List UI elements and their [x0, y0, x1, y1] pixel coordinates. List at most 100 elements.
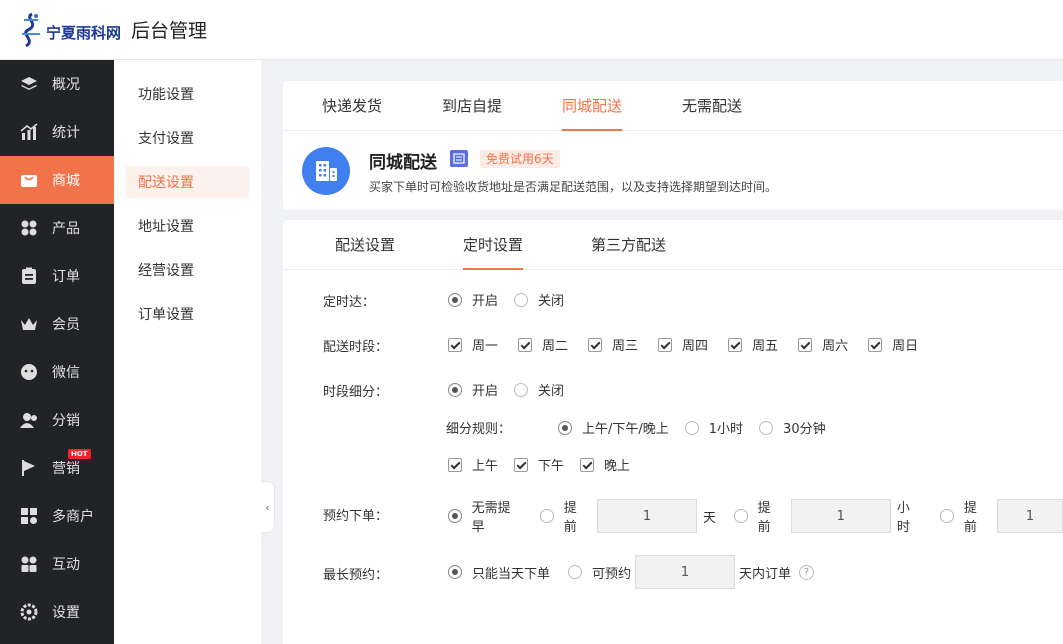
info-title: 同城配送	[369, 153, 437, 173]
longest-days-input[interactable]	[635, 555, 736, 589]
chart-icon	[20, 123, 38, 141]
rule-radio-ampm[interactable]: 上午/下午/晚上	[558, 418, 669, 437]
sidebar-item-interact[interactable]: 互动	[0, 540, 114, 588]
rule-radio-hour[interactable]: 1小时	[684, 418, 743, 437]
radio-indicator	[558, 420, 572, 435]
sidebar-item-label: 会员	[52, 317, 80, 333]
timed-label: 定时达：	[323, 295, 376, 310]
checkbox-label: 周二	[542, 339, 569, 354]
trial-badge: 免费试用6天	[480, 150, 560, 168]
slot-checkboxes: 上午 下午 晚上	[448, 455, 630, 474]
checkbox-indicator	[728, 337, 743, 352]
radio-indicator	[448, 292, 462, 307]
collapse-button[interactable]: ‹	[261, 481, 275, 533]
day-checkbox-thu[interactable]: 周四	[658, 335, 708, 354]
subnav-item-delivery[interactable]: 配送设置	[126, 166, 249, 198]
radio-label: 开启	[472, 384, 499, 399]
timed-off-radio[interactable]: 关闭	[514, 290, 564, 309]
clipboard-icon	[20, 267, 38, 285]
advance-none-radio[interactable]: 无需提早	[448, 497, 522, 535]
checkbox-indicator	[518, 337, 533, 352]
checkbox-label: 周三	[612, 339, 639, 354]
radio-label: 上午/下午/晚上	[582, 422, 669, 437]
logo-icon	[18, 12, 44, 48]
radio-label: 无需提早	[471, 501, 511, 535]
rule-label-text: 细分规则：	[446, 422, 512, 437]
subdivide-label: 时段细分：	[323, 385, 389, 400]
sidebar-item-wechat[interactable]: 微信	[0, 348, 114, 396]
sidebar-item-merchants[interactable]: 多商户	[0, 492, 114, 540]
store-icon	[20, 507, 38, 525]
radio-indicator	[448, 509, 462, 523]
sidebar-item-label: 概况	[52, 77, 80, 93]
radio-indicator	[514, 292, 529, 307]
slot-checkbox-evening[interactable]: 晚上	[580, 455, 630, 474]
settings-tabs: 配送设置 定时设置 第三方配送	[283, 220, 1063, 270]
sidebar-item-label: 产品	[52, 221, 80, 237]
sidebar-item-label: 多商户	[52, 509, 94, 525]
help-icon[interactable]: ?	[799, 564, 815, 580]
rule-options: 上午/下午/晚上 1小时 30分钟	[558, 418, 826, 437]
sidebar-item-label: 微信	[52, 365, 80, 381]
wechat-icon	[20, 363, 38, 381]
delivery-info: 同城配送 免费试用6天 买家下单时可检验收货地址是否满足配送范围，以及支持选择期…	[283, 131, 1063, 209]
sidebar-item-members[interactable]: 会员	[0, 300, 114, 348]
advance-hour-radio[interactable]: 提前	[734, 497, 783, 535]
advance-minute-input[interactable]	[997, 499, 1063, 533]
rule-radio-30min[interactable]: 30分钟	[759, 418, 826, 437]
tab-no-delivery[interactable]: 无需配送	[682, 81, 742, 131]
advance-day-input[interactable]	[596, 499, 697, 533]
advance-minute-radio[interactable]: 提前	[940, 497, 989, 535]
checkbox-label: 周一	[472, 339, 499, 354]
subdivide-off-radio[interactable]: 关闭	[514, 380, 564, 399]
advance-hour-input[interactable]	[790, 499, 891, 533]
sidebar-item-products[interactable]: 产品	[0, 204, 114, 252]
period-label: 配送时段：	[323, 340, 389, 355]
checkbox-indicator	[588, 337, 603, 352]
sidebar-item-distribution[interactable]: 分销	[0, 396, 114, 444]
subnav-item-order[interactable]: 订单设置	[126, 298, 249, 330]
radio-indicator	[734, 509, 748, 523]
sidebar-item-overview[interactable]: 概况	[0, 60, 114, 108]
day-checkbox-tue[interactable]: 周二	[518, 335, 568, 354]
sidebar-item-stats[interactable]: 统计	[0, 108, 114, 156]
subnav-item-address[interactable]: 地址设置	[126, 210, 249, 242]
subdivide-on-radio[interactable]: 开启	[448, 380, 498, 399]
sidebar-item-settings[interactable]: 设置	[0, 588, 114, 636]
day-unit: 天	[702, 510, 716, 526]
checkbox-label: 周六	[822, 339, 849, 354]
day-checkbox-fri[interactable]: 周五	[728, 335, 778, 354]
subnav-item-business[interactable]: 经营设置	[126, 254, 249, 286]
slot-checkbox-afternoon[interactable]: 下午	[514, 455, 564, 474]
tab-pickup[interactable]: 到店自提	[442, 81, 502, 131]
checkbox-indicator	[798, 337, 813, 352]
day-checkbox-sat[interactable]: 周六	[798, 335, 848, 354]
chevron-left-icon: ‹	[265, 500, 270, 514]
tab-local-delivery[interactable]: 同城配送	[562, 81, 623, 131]
checkbox-label: 周日	[892, 339, 919, 354]
radio-indicator	[940, 509, 954, 523]
day-checkbox-mon[interactable]: 周一	[448, 335, 498, 354]
timed-on-radio[interactable]: 开启	[448, 290, 498, 309]
tab-third-party[interactable]: 第三方配送	[591, 220, 666, 270]
advance-day-radio[interactable]: 提前	[540, 497, 589, 535]
tab-express[interactable]: 快递发货	[322, 81, 382, 131]
hour-unit: 小时	[896, 501, 910, 535]
logo[interactable]: 宁夏雨科网	[18, 12, 121, 48]
sidebar-item-marketing[interactable]: 营销 HOT	[0, 444, 114, 492]
sidebar-item-shop[interactable]: 商城	[0, 156, 114, 204]
longest-label: 最长预约：	[323, 568, 389, 583]
shop-icon	[20, 171, 38, 189]
radio-indicator	[684, 420, 699, 435]
subnav-item-payment[interactable]: 支付设置	[126, 122, 249, 154]
tab-delivery-settings[interactable]: 配送设置	[335, 220, 395, 270]
timed-options: 开启 关闭	[448, 290, 564, 309]
longest-same-day-radio[interactable]: 只能当天下单	[448, 563, 550, 582]
sidebar-item-orders[interactable]: 订单	[0, 252, 114, 300]
longest-can-radio[interactable]: 可预约	[568, 563, 631, 582]
subnav-item-function[interactable]: 功能设置	[126, 78, 249, 110]
day-checkbox-wed[interactable]: 周三	[588, 335, 638, 354]
tab-timed-settings[interactable]: 定时设置	[463, 220, 524, 270]
day-checkbox-sun[interactable]: 周日	[868, 335, 918, 354]
slot-checkbox-morning[interactable]: 上午	[448, 455, 498, 474]
